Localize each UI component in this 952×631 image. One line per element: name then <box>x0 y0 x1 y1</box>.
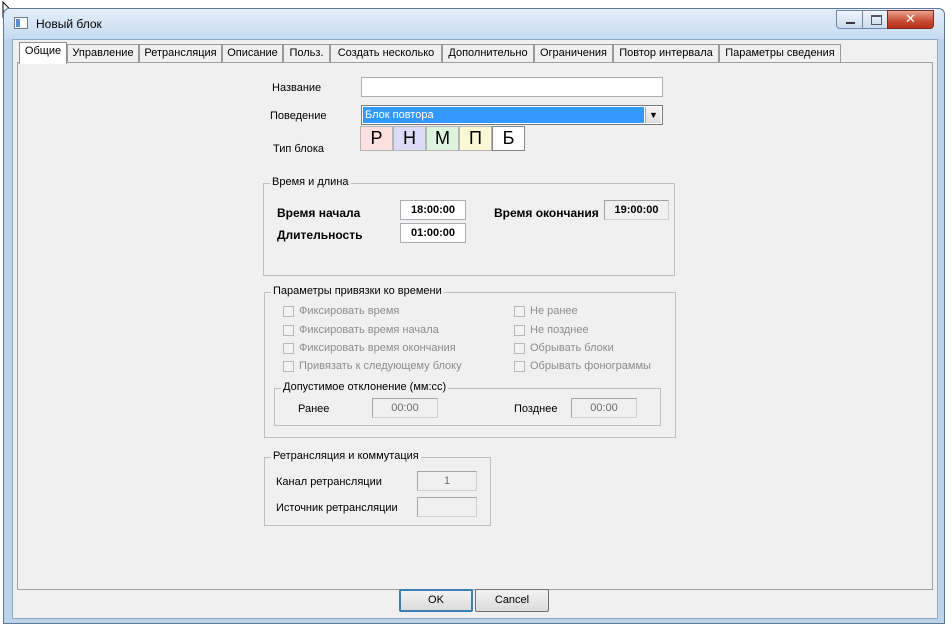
tab-restrictions[interactable]: Ограничения <box>534 44 613 63</box>
name-label: Название <box>272 82 322 94</box>
deviation-group-caption: Допустимое отклонение (мм:сс) <box>281 381 449 393</box>
close-button[interactable]: ✕ <box>887 10 934 29</box>
cut-phonograms-checkbox[interactable]: Обрывать фонограммы <box>514 360 651 372</box>
checkbox-box <box>283 305 294 317</box>
start-time-label: Время начала <box>277 206 361 220</box>
not-earlier-checkbox[interactable]: Не ранее <box>514 305 578 317</box>
end-time-field: 19:00:00 <box>604 200 669 220</box>
tab-user[interactable]: Польз. <box>283 44 330 63</box>
checkbox-box <box>283 342 294 354</box>
maximize-button[interactable] <box>862 10 888 29</box>
app-window-icon <box>14 17 28 29</box>
duration-input[interactable]: 01:00:00 <box>400 223 466 243</box>
minimize-button[interactable] <box>836 10 863 29</box>
binding-group-caption: Параметры привязки ко времени <box>271 285 444 297</box>
late-label: Позднее <box>514 403 558 415</box>
ok-button[interactable]: OK <box>399 589 473 612</box>
not-later-checkbox[interactable]: Не позднее <box>514 324 589 336</box>
bind-next-block-checkbox[interactable]: Привязать к следующему блоку <box>283 360 462 372</box>
relay-source-field[interactable] <box>417 497 477 517</box>
block-type-label: Тип блока <box>273 143 325 155</box>
close-icon: ✕ <box>905 11 916 26</box>
block-type-r-button[interactable]: Р <box>360 126 393 151</box>
cut-phonograms-label: Обрывать фонограммы <box>530 360 651 372</box>
block-type-n-button[interactable]: Н <box>393 126 426 151</box>
window-title: Новый блок <box>36 17 102 31</box>
relay-channel-label: Канал ретрансляции <box>276 476 382 488</box>
checkbox-box <box>283 360 294 372</box>
name-input[interactable] <box>361 77 663 97</box>
tab-additional[interactable]: Дополнительно <box>442 44 534 63</box>
checkbox-box <box>514 360 525 372</box>
fix-end-time-label: Фиксировать время окончания <box>299 342 456 354</box>
fix-time-checkbox[interactable]: Фиксировать время <box>283 305 399 317</box>
relay-channel-field[interactable]: 1 <box>417 471 477 491</box>
maximize-icon <box>871 15 882 25</box>
tab-mixing-params[interactable]: Параметры сведения <box>719 44 841 63</box>
tab-interval-repeat[interactable]: Повтор интервала <box>613 44 719 63</box>
block-type-p-button[interactable]: П <box>459 126 492 151</box>
tab-relay[interactable]: Ретрансляция <box>139 44 222 63</box>
cut-blocks-label: Обрывать блоки <box>530 342 614 354</box>
relay-source-label: Источник ретрансляции <box>276 502 398 514</box>
bind-next-block-label: Привязать к следующему блоку <box>299 360 462 372</box>
end-time-label: Время окончания <box>494 206 599 220</box>
block-type-b-button[interactable]: Б <box>492 126 525 151</box>
checkbox-box <box>283 324 294 336</box>
early-label: Ранее <box>298 403 330 415</box>
late-deviation-field[interactable]: 00:00 <box>571 398 637 418</box>
early-deviation-field[interactable]: 00:00 <box>372 398 438 418</box>
behavior-select[interactable]: Блок повтора ▼ <box>361 105 663 125</box>
behavior-label: Поведение <box>270 110 327 122</box>
tab-control[interactable]: Управление <box>67 44 139 63</box>
time-group-caption: Время и длина <box>270 176 351 188</box>
fix-end-time-checkbox[interactable]: Фиксировать время окончания <box>283 342 456 354</box>
checkbox-box <box>514 324 525 336</box>
title-bar[interactable]: Новый блок ✕ <box>4 9 944 39</box>
chevron-down-icon[interactable]: ▼ <box>645 107 661 123</box>
checkbox-box <box>514 305 525 317</box>
checkbox-box <box>514 342 525 354</box>
cancel-button[interactable]: Cancel <box>475 589 549 612</box>
fix-start-time-checkbox[interactable]: Фиксировать время начала <box>283 324 439 336</box>
not-earlier-label: Не ранее <box>530 305 578 317</box>
block-type-m-button[interactable]: М <box>426 126 459 151</box>
fix-time-label: Фиксировать время <box>299 305 400 317</box>
behavior-selected-value: Блок повтора <box>363 107 644 123</box>
tab-general[interactable]: Общие <box>19 42 67 64</box>
relay-group-caption: Ретрансляция и коммутация <box>271 450 421 462</box>
minimize-icon <box>846 22 855 24</box>
start-time-input[interactable]: 18:00:00 <box>400 200 466 220</box>
fix-start-time-label: Фиксировать время начала <box>299 324 439 336</box>
duration-label: Длительность <box>277 228 363 242</box>
not-later-label: Не позднее <box>530 324 589 336</box>
cut-blocks-checkbox[interactable]: Обрывать блоки <box>514 342 614 354</box>
tab-description[interactable]: Описание <box>222 44 283 63</box>
tab-create-multiple[interactable]: Создать несколько <box>330 44 442 63</box>
